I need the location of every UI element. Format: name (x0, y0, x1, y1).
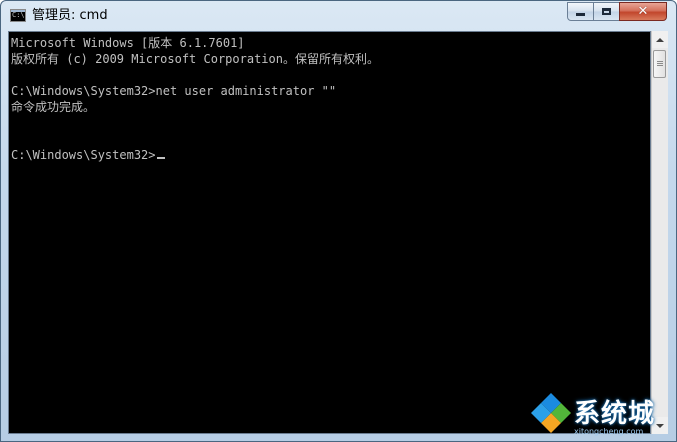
close-button[interactable]: ✕ (619, 2, 667, 21)
console-line-command: C:\Windows\System32>net user administrat… (11, 84, 337, 98)
arrow-up-icon (656, 37, 664, 42)
cmd-window: C:\ 管理员: cmd ✕ Microsoft Windows [版本 6.1… (0, 0, 677, 442)
watermark-url: xitongcheng.com (574, 427, 644, 436)
console-output[interactable]: Microsoft Windows [版本 6.1.7601] 版权所有 (c)… (8, 31, 651, 434)
close-icon: ✕ (637, 4, 649, 19)
scroll-thumb[interactable] (653, 50, 666, 78)
console-line-version: Microsoft Windows [版本 6.1.7601] (11, 36, 245, 50)
minimize-icon (576, 13, 585, 16)
watermark-logo-icon (531, 393, 571, 433)
maximize-button[interactable] (593, 2, 620, 21)
text-cursor (156, 157, 165, 159)
grip-line (657, 61, 663, 62)
console-line-prompt[interactable]: C:\Windows\System32> (11, 147, 165, 163)
window-title: 管理员: cmd (32, 8, 108, 23)
vertical-scrollbar[interactable] (651, 31, 668, 434)
prompt-text: C:\Windows\System32> (11, 148, 156, 162)
grip-line (657, 65, 663, 66)
watermark-text: 系统城 (574, 399, 656, 429)
title-bar[interactable]: C:\ 管理员: cmd ✕ (1, 1, 676, 31)
console-line-result: 命令成功完成。 (11, 100, 96, 114)
grip-line (657, 63, 663, 64)
watermark: 系统城 xitongcheng.com (529, 387, 676, 441)
minimize-button[interactable] (567, 2, 594, 21)
maximize-icon (602, 8, 611, 15)
cmd-console-icon[interactable]: C:\ (10, 9, 26, 22)
console-line-copyright: 版权所有 (c) 2009 Microsoft Corporation。保留所有… (11, 52, 379, 66)
scroll-up-button[interactable] (652, 31, 668, 48)
